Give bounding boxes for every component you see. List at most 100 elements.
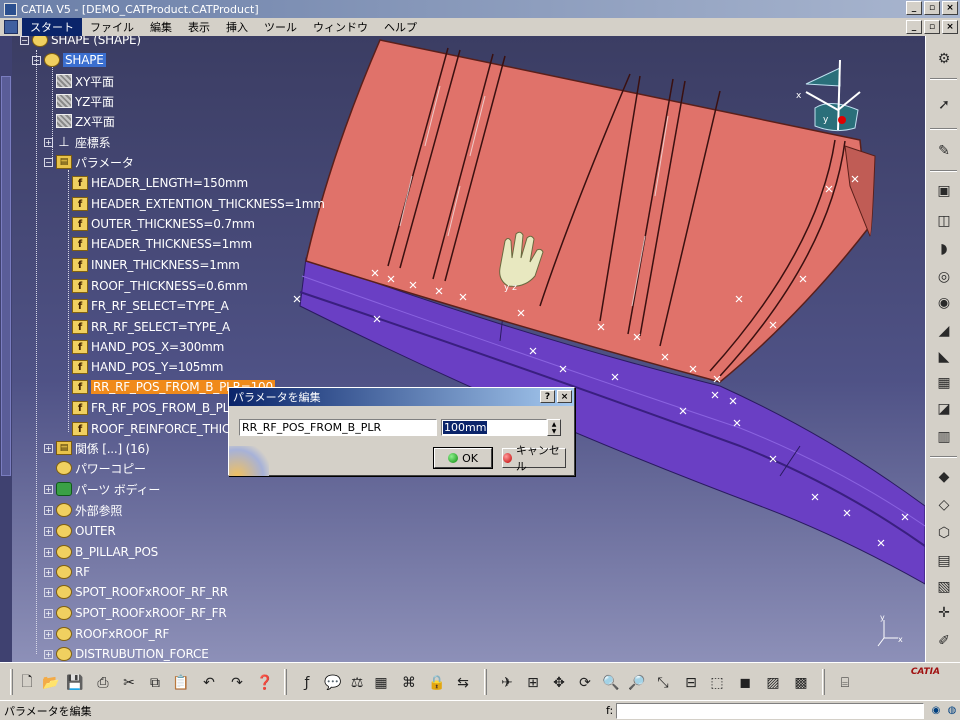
menu-insert[interactable]: 挿入 — [218, 18, 256, 36]
tree-root[interactable]: − SHAPE (SHAPE) — [20, 36, 141, 50]
transform-icon[interactable]: ◆ — [933, 466, 955, 488]
shaft-icon[interactable]: ◗ — [933, 238, 955, 260]
dialog-title-bar[interactable]: パラメータを編集 — [229, 388, 574, 406]
swap-space-icon[interactable]: ▩ — [790, 672, 812, 694]
rib-icon[interactable]: ◉ — [933, 292, 955, 314]
tree-param-9[interactable]: f HAND_POS_Y=105mm — [72, 357, 223, 377]
expand-icon[interactable]: + — [44, 587, 53, 597]
expand-icon[interactable]: + — [44, 137, 53, 147]
hide-show-icon[interactable]: ▨ — [762, 672, 784, 694]
mirror-icon[interactable]: ◇ — [933, 494, 955, 516]
tree-node-b-pillar-pos[interactable]: + B_PILLAR_POS — [44, 542, 158, 562]
hole-icon[interactable]: ◎ — [933, 266, 955, 288]
equivalent-icon[interactable]: ⇆ — [452, 672, 474, 694]
parameter-value-input[interactable]: 100mm — [441, 419, 547, 436]
document-icon[interactable] — [4, 20, 18, 34]
minimize-button[interactable]: _ — [906, 1, 922, 15]
tree-param-3[interactable]: f HEADER_THICKNESS=1mm — [72, 234, 252, 254]
pan-icon[interactable]: ✥ — [548, 672, 570, 694]
geometry-workspace[interactable]: y z x y y x − SHAPE (SHAPE) − SHAPE XY平面… — [0, 36, 925, 662]
value-spinner[interactable]: ▲ ▼ — [547, 419, 561, 436]
expand-icon[interactable]: + — [44, 608, 53, 618]
tree-node-part-body[interactable]: + パーツ ボディー — [44, 479, 160, 499]
compass-icon[interactable] — [805, 59, 861, 132]
tree-param-11[interactable]: f FR_RF_POS_FROM_B_PL — [72, 398, 229, 418]
normal-view-icon[interactable]: ⤡ — [652, 672, 674, 694]
menu-file[interactable]: ファイル — [82, 18, 142, 36]
whats-this-icon[interactable]: ❓ — [254, 672, 276, 694]
ok-button[interactable]: OK — [433, 447, 493, 469]
menu-start[interactable]: スタート — [22, 18, 82, 36]
cancel-command-icon[interactable]: ◍ — [944, 703, 960, 718]
cut-icon[interactable]: ✂ — [118, 672, 140, 694]
tree-node-distribution-force[interactable]: + DISTRUBUTION_FORCE — [44, 644, 209, 662]
tree-param-0[interactable]: f HEADER_LENGTH=150mm — [72, 173, 248, 193]
chamfer-icon[interactable]: ◣ — [933, 346, 955, 368]
expand-icon[interactable]: + — [44, 547, 53, 557]
multi-view-icon[interactable]: ⊟ — [680, 672, 702, 694]
record-icon[interactable]: ◉ — [928, 703, 944, 718]
catalog-icon[interactable]: ⌸ — [834, 672, 856, 694]
tree-node-spot-fr[interactable]: + SPOT_ROOFxROOF_RF_FR — [44, 603, 227, 623]
new-file-icon[interactable]: 🗋 — [16, 672, 38, 694]
menu-edit[interactable]: 編集 — [142, 18, 180, 36]
law-icon[interactable]: ⚖ — [346, 672, 368, 694]
expand-icon[interactable]: + — [44, 629, 53, 639]
pocket-icon[interactable]: ◫ — [933, 210, 955, 232]
scaling-icon[interactable]: ▤ — [933, 550, 955, 572]
expand-icon[interactable]: + — [44, 484, 53, 494]
iso-view-icon[interactable]: ⬚ — [706, 672, 728, 694]
tree-node-outer[interactable]: + OUTER — [44, 521, 116, 541]
tree-node-zx-plane[interactable]: ZX平面 — [56, 111, 115, 131]
tree-node-relations[interactable]: + ▤ 関係 [...] (16) — [44, 438, 150, 458]
tree-param-12[interactable]: f ROOF_REINFORCE_THIC — [72, 419, 230, 439]
zoom-out-icon[interactable]: 🔎 — [626, 672, 648, 694]
tree-node-spot-rr[interactable]: + SPOT_ROOFxROOF_RF_RR — [44, 582, 228, 602]
tree-node-xy-plane[interactable]: XY平面 — [56, 71, 114, 91]
copy-icon[interactable]: ⧉ — [144, 672, 166, 694]
restore-button[interactable]: ▫ — [924, 1, 940, 15]
pad-icon[interactable]: ▣ — [933, 180, 955, 202]
expand-icon[interactable]: + — [44, 649, 53, 659]
tree-node-power-copy[interactable]: パワーコピー — [56, 458, 146, 478]
tree-node-roof-rf[interactable]: + ROOFxROOF_RF — [44, 624, 169, 644]
save-icon[interactable]: 💾 — [64, 672, 86, 694]
print-icon[interactable]: ⎙ — [92, 672, 114, 694]
macro-icon[interactable]: ⌘ — [398, 672, 420, 694]
redo-icon[interactable]: ↷ — [226, 672, 248, 694]
reference-element-icon[interactable]: ✛ — [933, 602, 955, 624]
fillet-icon[interactable]: ◢ — [933, 320, 955, 342]
settings-gear-icon[interactable]: ⚙ — [933, 48, 955, 70]
select-arrow-icon[interactable]: ➚ — [933, 94, 955, 116]
tree-param-6[interactable]: f FR_RF_SELECT=TYPE_A — [72, 296, 229, 316]
tree-param-7[interactable]: f RR_RF_SELECT=TYPE_A — [72, 317, 230, 337]
shading-icon[interactable]: ◼ — [734, 672, 756, 694]
dialog-help-button[interactable]: ? — [540, 390, 555, 403]
doc-close-button[interactable]: × — [942, 20, 958, 34]
menu-help[interactable]: ヘルプ — [376, 18, 425, 36]
tree-node-axis-system[interactable]: + ⊥ 座標系 — [44, 132, 111, 152]
tree-param-8[interactable]: f HAND_POS_X=300mm — [72, 337, 224, 357]
menu-window[interactable]: ウィンドウ — [305, 18, 376, 36]
tree-node-shape[interactable]: − SHAPE — [32, 50, 106, 70]
tree-scrollbar[interactable] — [0, 36, 12, 662]
tree-node-parameters[interactable]: − ▤ パラメータ — [44, 152, 134, 172]
menu-view[interactable]: 表示 — [180, 18, 218, 36]
draft-icon[interactable]: ▦ — [933, 372, 955, 394]
close-button[interactable]: × — [942, 1, 958, 15]
fit-all-icon[interactable]: ⊞ — [522, 672, 544, 694]
rotate-icon[interactable]: ⟳ — [574, 672, 596, 694]
tree-node-external-ref[interactable]: + 外部参照 — [44, 500, 122, 520]
thickness-icon[interactable]: ▥ — [933, 426, 955, 448]
fly-mode-icon[interactable]: ✈ — [496, 672, 518, 694]
analysis-icon[interactable]: ✐ — [933, 630, 955, 652]
design-table-icon[interactable]: ▦ — [370, 672, 392, 694]
lock-icon[interactable]: 🔒 — [426, 672, 448, 694]
collapse-icon[interactable]: − — [20, 36, 29, 45]
constraint-icon[interactable]: ▧ — [933, 576, 955, 598]
collapse-icon[interactable]: − — [44, 157, 53, 167]
expand-icon[interactable]: + — [44, 505, 53, 515]
paste-icon[interactable]: 📋 — [170, 672, 192, 694]
expand-icon[interactable]: + — [44, 567, 53, 577]
tree-param-2[interactable]: f OUTER_THICKNESS=0.7mm — [72, 214, 255, 234]
